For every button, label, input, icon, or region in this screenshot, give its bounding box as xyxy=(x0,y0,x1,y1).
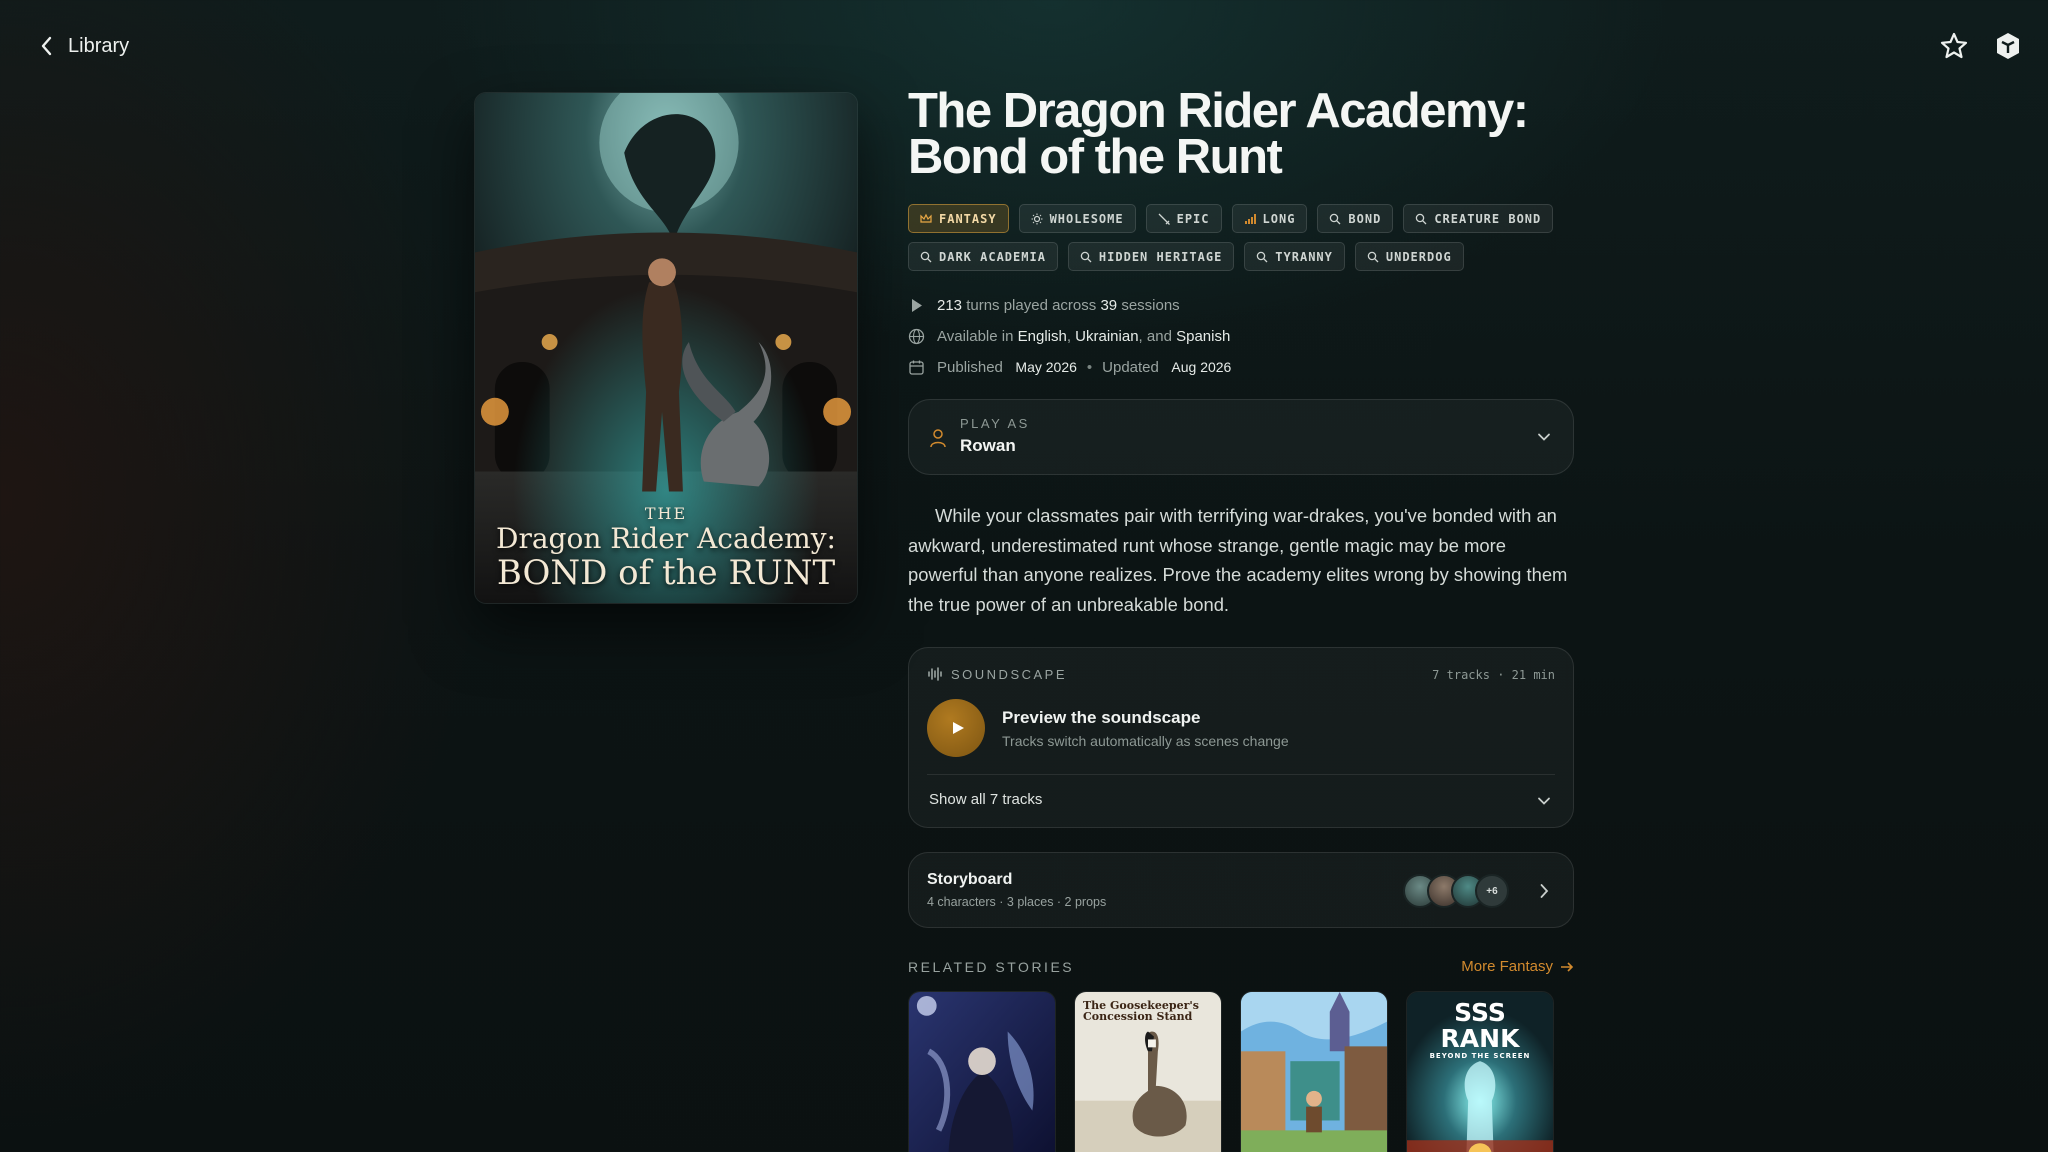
related-story-card[interactable]: The Goosekeeper's Concession Stand xyxy=(1074,991,1222,1152)
tag-underdog[interactable]: UNDERDOG xyxy=(1354,242,1464,271)
tag-tyranny[interactable]: TYRANNY xyxy=(1244,242,1345,271)
related-story-card[interactable]: SSS RANK BEYOND THE SCREEN xyxy=(1406,991,1554,1152)
related-title: SSS RANK BEYOND THE SCREEN xyxy=(1429,998,1531,1061)
divider xyxy=(927,774,1555,775)
tag-bond[interactable]: BOND xyxy=(1317,204,1394,233)
turns-row: 213 turns played across 39 sessions xyxy=(908,295,1574,315)
show-all-tracks-button[interactable]: Show all 7 tracks xyxy=(929,791,1042,808)
play-as-select[interactable]: PLAY AS Rowan xyxy=(908,399,1574,475)
cover-image: THE Dragon Rider Academy: BOND of the RU… xyxy=(474,92,858,604)
play-as-value: Rowan xyxy=(960,436,1016,455)
chevron-left-icon xyxy=(41,36,52,56)
storyboard-title: Storyboard xyxy=(927,871,1013,888)
story-description: While your classmates pair with terrifyi… xyxy=(908,505,1568,615)
back-label: Library xyxy=(68,34,130,57)
storyboard-card[interactable]: Storyboard 4 characters · 3 places · 2 p… xyxy=(908,852,1574,928)
dates-row: Published May 2026 • Updated Aug 2026 xyxy=(908,357,1574,377)
globe-icon xyxy=(908,328,925,344)
chevron-right-icon xyxy=(1540,884,1549,898)
related-label: RELATED STORIES xyxy=(908,958,1075,975)
soundscape-preview-subtitle: Tracks switch automatically as scenes ch… xyxy=(1002,733,1289,749)
waveform-icon xyxy=(928,667,942,681)
back-button[interactable]: Library xyxy=(38,30,129,62)
related-header: RELATED STORIES More Fantasy xyxy=(908,958,1574,975)
tag-long[interactable]: LONG xyxy=(1231,204,1308,233)
tag-creature-bond[interactable]: CREATURE BOND xyxy=(1403,204,1554,233)
related-cover-image xyxy=(909,992,1055,1152)
person-icon xyxy=(930,429,946,448)
search-icon xyxy=(1257,251,1268,262)
related-cover-image xyxy=(1241,992,1387,1152)
app-logo-icon xyxy=(1997,33,2019,59)
related-story-card[interactable] xyxy=(908,991,1056,1152)
chevron-down-icon xyxy=(1538,433,1550,441)
story-meta: 213 turns played across 39 sessions Avai… xyxy=(908,295,1574,377)
tag-hidden-heritage[interactable]: HIDDEN HERITAGE xyxy=(1067,242,1235,271)
search-icon xyxy=(1367,251,1379,262)
soundscape-count: 7 tracks · 21 min xyxy=(1432,668,1555,682)
tag-dark-academia[interactable]: DARK ACADEMIA xyxy=(908,242,1058,271)
related-stories: The Goosekeeper's Concession Stand SSS R… xyxy=(908,991,1574,1152)
search-icon xyxy=(1330,213,1341,224)
page-title: The Dragon Rider Academy: Bond of the Ru… xyxy=(908,84,1529,184)
arrow-right-icon xyxy=(1561,961,1574,972)
star-icon xyxy=(1940,32,1968,59)
sun-icon xyxy=(1031,213,1043,224)
play-as-label: PLAY AS xyxy=(960,416,1030,431)
related-story-card[interactable] xyxy=(1240,991,1388,1152)
tag-wholesome[interactable]: WHOLESOME xyxy=(1018,204,1136,233)
cover-title: THE Dragon Rider Academy: BOND of the RU… xyxy=(496,504,836,593)
bars-icon xyxy=(1244,213,1256,224)
tag-epic[interactable]: EPIC xyxy=(1145,204,1222,233)
tag-fantasy[interactable]: FANTASY xyxy=(908,204,1009,233)
more-fantasy-link[interactable]: More Fantasy xyxy=(1461,958,1574,975)
tag-list: FANTASY WHOLESOME EPIC LONG BOND CREATUR… xyxy=(908,204,1568,271)
story-details: The Dragon Rider Academy: Bond of the Ru… xyxy=(908,84,1574,1152)
storyboard-subtitle: 4 characters · 3 places · 2 props xyxy=(927,895,1107,909)
favorite-button[interactable] xyxy=(1938,30,1970,62)
calendar-icon xyxy=(909,360,924,375)
soundscape-panel: SOUNDSCAPE 7 tracks · 21 min Preview the… xyxy=(908,647,1574,828)
avatar-stack: +6 xyxy=(1403,874,1509,908)
avatar-more-count: +6 xyxy=(1475,874,1509,908)
sword-icon xyxy=(1158,213,1170,225)
soundscape-preview-title: Preview the soundscape xyxy=(1002,708,1201,727)
search-icon xyxy=(1416,213,1427,224)
crown-icon xyxy=(920,213,932,223)
play-icon xyxy=(952,722,964,734)
search-icon xyxy=(1080,251,1092,262)
search-icon xyxy=(920,251,932,262)
soundscape-play-button[interactable] xyxy=(927,699,985,757)
languages-row: Available in English, Ukrainian, and Spa… xyxy=(908,326,1574,346)
play-icon xyxy=(912,298,922,312)
soundscape-header: SOUNDSCAPE xyxy=(927,666,1067,682)
related-title: The Goosekeeper's Concession Stand xyxy=(1083,999,1199,1023)
chevron-down-icon[interactable] xyxy=(1537,794,1551,808)
app-menu-button[interactable] xyxy=(1992,30,2024,62)
